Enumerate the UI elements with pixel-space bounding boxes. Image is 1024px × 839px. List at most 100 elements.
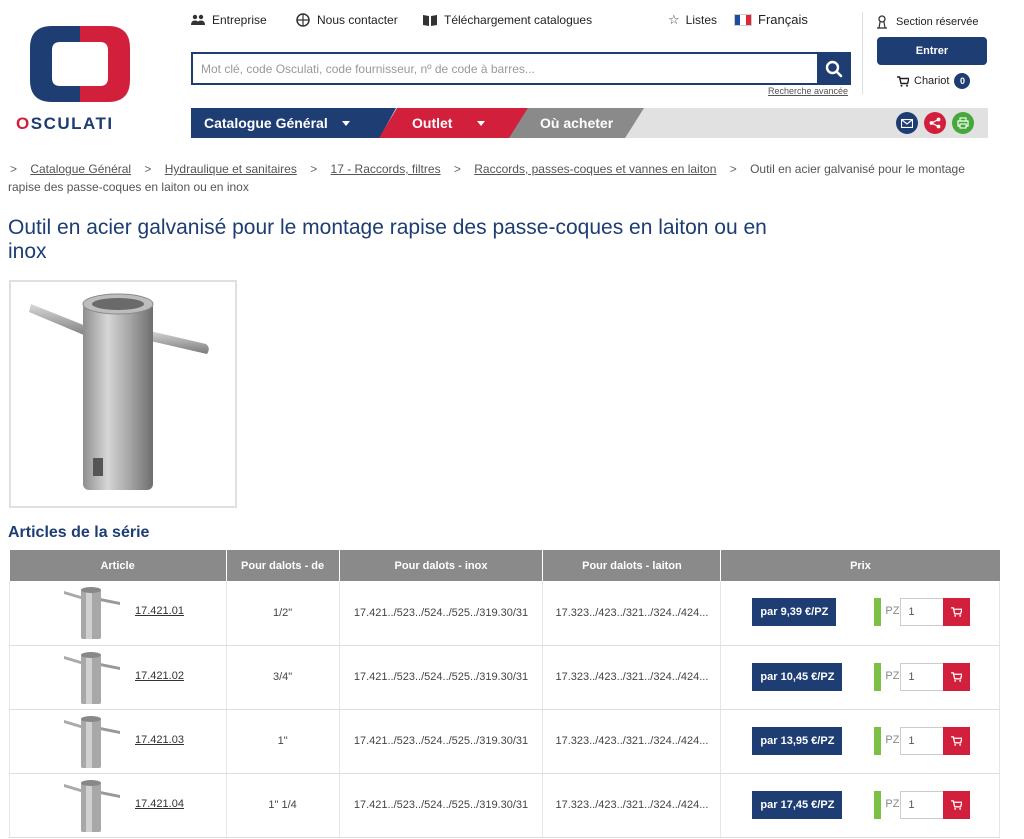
catalog-download-link[interactable]: Téléchargement catalogues: [422, 12, 592, 28]
article-thumbnail[interactable]: [62, 585, 122, 641]
table-row: 17.421.04 1" 1/4 17.421../523../524../52…: [9, 773, 1000, 838]
nav-outlet-tab[interactable]: Outlet: [379, 108, 529, 138]
series-title: Articles de la série: [8, 524, 150, 541]
laiton-cell: 17.323../423../321../324../424...: [542, 645, 722, 710]
article-thumbnail[interactable]: [62, 714, 122, 770]
table-row: 17.421.02 3/4" 17.421../523../524../525.…: [9, 645, 1000, 710]
nav-catalog-label: Catalogue Général: [204, 115, 328, 131]
search-input[interactable]: [191, 52, 817, 85]
contact-label: Nous contacter: [317, 13, 398, 27]
article-code-link[interactable]: 17.421.02: [135, 670, 184, 682]
breadcrumb-link[interactable]: Raccords, passes-coques et vannes en lai…: [474, 162, 716, 176]
print-icon[interactable]: [952, 112, 974, 134]
add-to-cart-button[interactable]: [943, 598, 971, 626]
size-cell: 1" 1/4: [226, 773, 340, 838]
advanced-search-link[interactable]: Recherche avancée: [768, 86, 848, 96]
price-cell: par 10,45 €/PZ PZ: [720, 645, 1000, 710]
cart-icon: [951, 799, 963, 810]
breadcrumb-link[interactable]: Catalogue Général: [30, 162, 131, 176]
size-cell: 1/2": [226, 581, 340, 646]
quantity-input[interactable]: [900, 598, 945, 626]
table-row: 17.421.01 1/2" 17.421../523../524../525.…: [9, 581, 1000, 646]
table-header-row: Article Pour dalots - de Pour dalots - i…: [9, 550, 1000, 581]
cart-label: Chariot: [914, 75, 950, 87]
column-header: Pour dalots - laiton: [542, 550, 722, 581]
quantity-input[interactable]: [900, 726, 945, 755]
cart-icon: [951, 735, 963, 746]
laiton-cell: 17.323../423../321../324../424...: [542, 581, 722, 646]
add-to-cart-button[interactable]: [943, 726, 971, 755]
stock-indicator: [874, 726, 882, 755]
price-button[interactable]: par 10,45 €/PZ: [752, 662, 843, 691]
nav-where-label: Où acheter: [540, 115, 614, 131]
price-button[interactable]: par 17,45 €/PZ: [752, 790, 843, 819]
article-code-link[interactable]: 17.421.01: [135, 605, 184, 617]
osculati-logo[interactable]: OSCULATI: [14, 24, 146, 133]
company-link[interactable]: Entreprise: [190, 12, 267, 28]
price-button[interactable]: par 13,95 €/PZ: [752, 726, 843, 755]
cart-link[interactable]: Chariot 0: [897, 73, 971, 89]
page-title: Outil en acier galvanisé pour le montage…: [8, 216, 767, 263]
size-cell: 1": [226, 709, 340, 774]
france-flag-icon: [734, 13, 752, 26]
column-header: Pour dalots - de: [226, 550, 340, 581]
column-header: Prix: [720, 550, 1000, 581]
price-cell: par 13,95 €/PZ PZ: [720, 709, 1000, 774]
reserved-section: Section réservée: [876, 15, 979, 29]
email-icon[interactable]: [896, 112, 918, 134]
unit-label: PZ: [885, 797, 900, 810]
breadcrumb-link[interactable]: 17 - Raccords, filtres: [331, 162, 441, 176]
inox-cell: 17.421../523../524../525../319.30/31: [339, 581, 544, 646]
product-image[interactable]: [9, 280, 237, 508]
add-to-cart-button[interactable]: [943, 790, 971, 819]
search-icon: [825, 60, 843, 77]
user-icon: [877, 15, 887, 29]
price-button[interactable]: par 9,39 €/PZ: [752, 598, 837, 626]
stock-indicator: [874, 662, 882, 691]
article-code-link[interactable]: 17.421.04: [135, 798, 184, 810]
article-code-link[interactable]: 17.421.03: [135, 734, 184, 746]
search-bar: [191, 52, 851, 85]
add-to-cart-button[interactable]: [943, 662, 971, 691]
price-cell: par 9,39 €/PZ PZ: [720, 581, 1000, 646]
header-divider: [862, 12, 863, 94]
cart-icon: [951, 671, 963, 682]
chevron-down-icon: [341, 120, 350, 126]
series-table: Article Pour dalots - de Pour dalots - i…: [9, 550, 1000, 838]
globe-icon: [296, 13, 310, 27]
chevron-right-icon: >: [10, 162, 21, 176]
contact-link[interactable]: Nous contacter: [295, 12, 398, 28]
laiton-cell: 17.323../423../321../324../424...: [542, 773, 722, 838]
article-thumbnail[interactable]: [62, 650, 122, 706]
logo-mark-icon: [30, 26, 130, 102]
lists-link[interactable]: ☆ Listes: [668, 12, 717, 28]
logo-wordmark: OSCULATI: [16, 114, 114, 133]
breadcrumb-link[interactable]: Hydraulique et sanitaires: [165, 162, 297, 176]
article-thumbnail[interactable]: [62, 778, 122, 834]
laiton-cell: 17.323../423../321../324../424...: [542, 709, 722, 774]
share-tools: [896, 112, 974, 134]
stock-indicator: [874, 790, 882, 819]
quantity-input[interactable]: [900, 662, 945, 691]
language-selector[interactable]: Français: [734, 12, 808, 27]
login-button[interactable]: Entrer: [877, 37, 987, 65]
nav-catalog-tab[interactable]: Catalogue Général: [191, 108, 396, 138]
share-icon[interactable]: [924, 112, 946, 134]
quantity-input[interactable]: [900, 790, 945, 819]
article-cell: 17.421.03: [9, 709, 227, 774]
stock-indicator: [874, 598, 882, 626]
price-cell: par 17,45 €/PZ PZ: [720, 773, 1000, 838]
article-cell: 17.421.04: [9, 773, 227, 838]
chevron-right-icon: >: [310, 162, 321, 176]
chevron-right-icon: >: [453, 162, 465, 176]
unit-label: PZ: [885, 605, 900, 617]
breadcrumb: > Catalogue Général > Hydraulique et san…: [8, 160, 998, 196]
people-icon: [191, 14, 205, 25]
article-cell: 17.421.01: [9, 581, 227, 646]
search-button[interactable]: [817, 52, 851, 85]
inox-cell: 17.421../523../524../525../319.30/31: [339, 645, 544, 710]
main-nav: Catalogue Général Outlet Où acheter: [191, 108, 988, 138]
nav-where-to-buy-tab[interactable]: Où acheter: [509, 108, 644, 138]
size-cell: 3/4": [226, 645, 340, 710]
article-cell: 17.421.02: [9, 645, 227, 710]
